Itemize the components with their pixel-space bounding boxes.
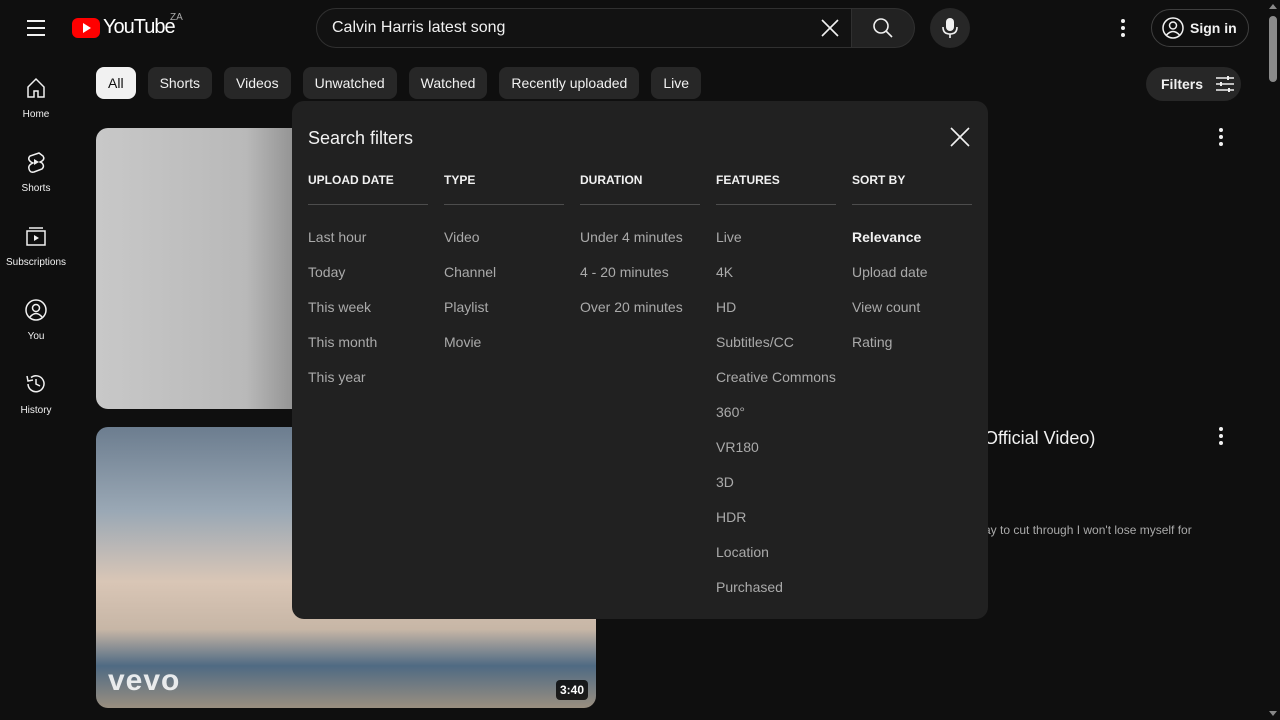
filter-option[interactable]: Creative Commons bbox=[716, 367, 836, 402]
guide-label: Subscriptions bbox=[5, 257, 67, 268]
settings-more-button[interactable] bbox=[1103, 8, 1143, 48]
guide-item-shorts[interactable]: Shorts bbox=[0, 130, 72, 204]
guide-label: History bbox=[20, 405, 52, 416]
history-icon bbox=[26, 375, 45, 393]
youtube-logo[interactable]: YouTube bbox=[72, 16, 176, 39]
filter-chips: All Shorts Videos Unwatched Watched Rece… bbox=[96, 67, 702, 99]
search-input[interactable]: Calvin Harris latest song bbox=[316, 8, 852, 48]
filter-option[interactable]: HDR bbox=[716, 507, 836, 542]
filter-option[interactable]: View count bbox=[852, 297, 972, 332]
more-vert-icon[interactable] bbox=[1209, 125, 1233, 149]
chip-watched[interactable]: Watched bbox=[408, 67, 488, 99]
mini-guide: Home Shorts Subscriptions You History bbox=[0, 56, 72, 426]
scroll-up-arrow-icon[interactable] bbox=[1269, 4, 1277, 9]
filter-option[interactable]: Over 20 minutes bbox=[580, 297, 700, 332]
filter-option[interactable]: This week bbox=[308, 297, 428, 332]
filter-group-heading: UPLOAD DATE bbox=[308, 172, 428, 205]
filter-group-duration: DURATION Under 4 minutes 4 - 20 minutes … bbox=[580, 172, 700, 332]
filter-option[interactable]: Playlist bbox=[444, 297, 564, 332]
dialog-title: Search filters bbox=[308, 128, 414, 148]
video-duration: 3:40 bbox=[555, 680, 588, 700]
more-vert-icon[interactable] bbox=[1209, 424, 1233, 448]
filter-group-type: TYPE Video Channel Playlist Movie bbox=[444, 172, 564, 367]
filter-option[interactable]: This year bbox=[308, 367, 428, 402]
filter-option[interactable]: Under 4 minutes bbox=[580, 227, 700, 262]
subscriptions-icon bbox=[26, 227, 46, 246]
filter-option[interactable]: Last hour bbox=[308, 227, 428, 262]
filters-label: Filters bbox=[1161, 76, 1204, 92]
chip-live[interactable]: Live bbox=[651, 67, 702, 99]
search-filters-dialog: Search filters UPLOAD DATE Last hour Tod… bbox=[292, 101, 988, 619]
vevo-badge: vevo bbox=[108, 664, 181, 697]
filters-button[interactable]: Filters bbox=[1146, 67, 1241, 101]
filter-option[interactable]: Rating bbox=[852, 332, 972, 367]
filter-option[interactable]: Channel bbox=[444, 262, 564, 297]
voice-search-button[interactable] bbox=[930, 8, 970, 48]
menu-icon[interactable] bbox=[16, 8, 56, 48]
scroll-down-arrow-icon[interactable] bbox=[1269, 711, 1277, 716]
filter-group-upload-date: UPLOAD DATE Last hour Today This week Th… bbox=[308, 172, 428, 402]
search-button[interactable] bbox=[852, 8, 915, 48]
tune-icon bbox=[1216, 76, 1235, 92]
youtube-logo-icon bbox=[72, 17, 100, 38]
filter-option[interactable]: HD bbox=[716, 297, 836, 332]
filter-option[interactable]: 4K bbox=[716, 262, 836, 297]
guide-label: Home bbox=[22, 109, 50, 120]
chip-shorts[interactable]: Shorts bbox=[147, 67, 213, 99]
guide-item-you[interactable]: You bbox=[0, 278, 72, 352]
masthead: YouTube ZA Calvin Harris latest song Sig… bbox=[0, 0, 1266, 56]
filter-group-heading: DURATION bbox=[580, 172, 700, 205]
sign-in-button[interactable]: Sign in bbox=[1151, 9, 1249, 47]
microphone-icon bbox=[942, 18, 958, 38]
chip-recently-uploaded[interactable]: Recently uploaded bbox=[499, 67, 640, 99]
page-scrollbar[interactable] bbox=[1266, 0, 1280, 720]
sign-in-label: Sign in bbox=[1190, 20, 1237, 36]
chip-unwatched[interactable]: Unwatched bbox=[302, 67, 397, 99]
filter-option[interactable]: Upload date bbox=[852, 262, 972, 297]
filter-option[interactable]: Subtitles/CC bbox=[716, 332, 836, 367]
chip-all[interactable]: All bbox=[96, 67, 136, 99]
logo-text: YouTube bbox=[103, 16, 176, 38]
filter-option[interactable]: Live bbox=[716, 227, 836, 262]
country-code: ZA bbox=[170, 12, 183, 23]
close-icon[interactable] bbox=[944, 121, 976, 153]
filter-group-heading: SORT BY bbox=[852, 172, 972, 205]
guide-item-subscriptions[interactable]: Subscriptions bbox=[0, 204, 72, 278]
filter-option-selected[interactable]: Relevance bbox=[852, 227, 972, 262]
guide-item-history[interactable]: History bbox=[0, 352, 72, 426]
shorts-icon bbox=[27, 152, 45, 173]
search-icon bbox=[873, 18, 893, 38]
home-icon bbox=[27, 77, 45, 98]
guide-item-home[interactable]: Home bbox=[0, 56, 72, 130]
filter-option[interactable]: 360° bbox=[716, 402, 836, 437]
guide-label: Shorts bbox=[21, 183, 51, 194]
chip-videos[interactable]: Videos bbox=[224, 67, 291, 99]
more-vert-icon bbox=[1111, 16, 1135, 40]
filter-option[interactable]: Movie bbox=[444, 332, 564, 367]
filter-group-sort-by: SORT BY Relevance Upload date View count… bbox=[852, 172, 972, 367]
account-icon bbox=[1162, 17, 1184, 39]
filter-option[interactable]: This month bbox=[308, 332, 428, 367]
guide-label: You bbox=[27, 331, 45, 342]
filter-group-heading: FEATURES bbox=[716, 172, 836, 205]
video-title[interactable]: Official Video) bbox=[984, 428, 1095, 449]
clear-search-icon[interactable] bbox=[815, 13, 845, 43]
filter-option[interactable]: Today bbox=[308, 262, 428, 297]
filter-group-heading: TYPE bbox=[444, 172, 564, 205]
search-query[interactable]: Calvin Harris latest song bbox=[332, 19, 505, 37]
filter-option[interactable]: Video bbox=[444, 227, 564, 262]
you-icon bbox=[25, 299, 47, 321]
filter-option[interactable]: Purchased bbox=[716, 577, 836, 612]
filter-option[interactable]: 4 - 20 minutes bbox=[580, 262, 700, 297]
filter-option[interactable]: Location bbox=[716, 542, 836, 577]
filter-option[interactable]: VR180 bbox=[716, 437, 836, 472]
filter-group-features: FEATURES Live 4K HD Subtitles/CC Creativ… bbox=[716, 172, 836, 612]
filter-option[interactable]: 3D bbox=[716, 472, 836, 507]
scrollbar-thumb[interactable] bbox=[1269, 16, 1277, 82]
video-description: ay to cut through I won't lose myself fo… bbox=[984, 523, 1192, 537]
